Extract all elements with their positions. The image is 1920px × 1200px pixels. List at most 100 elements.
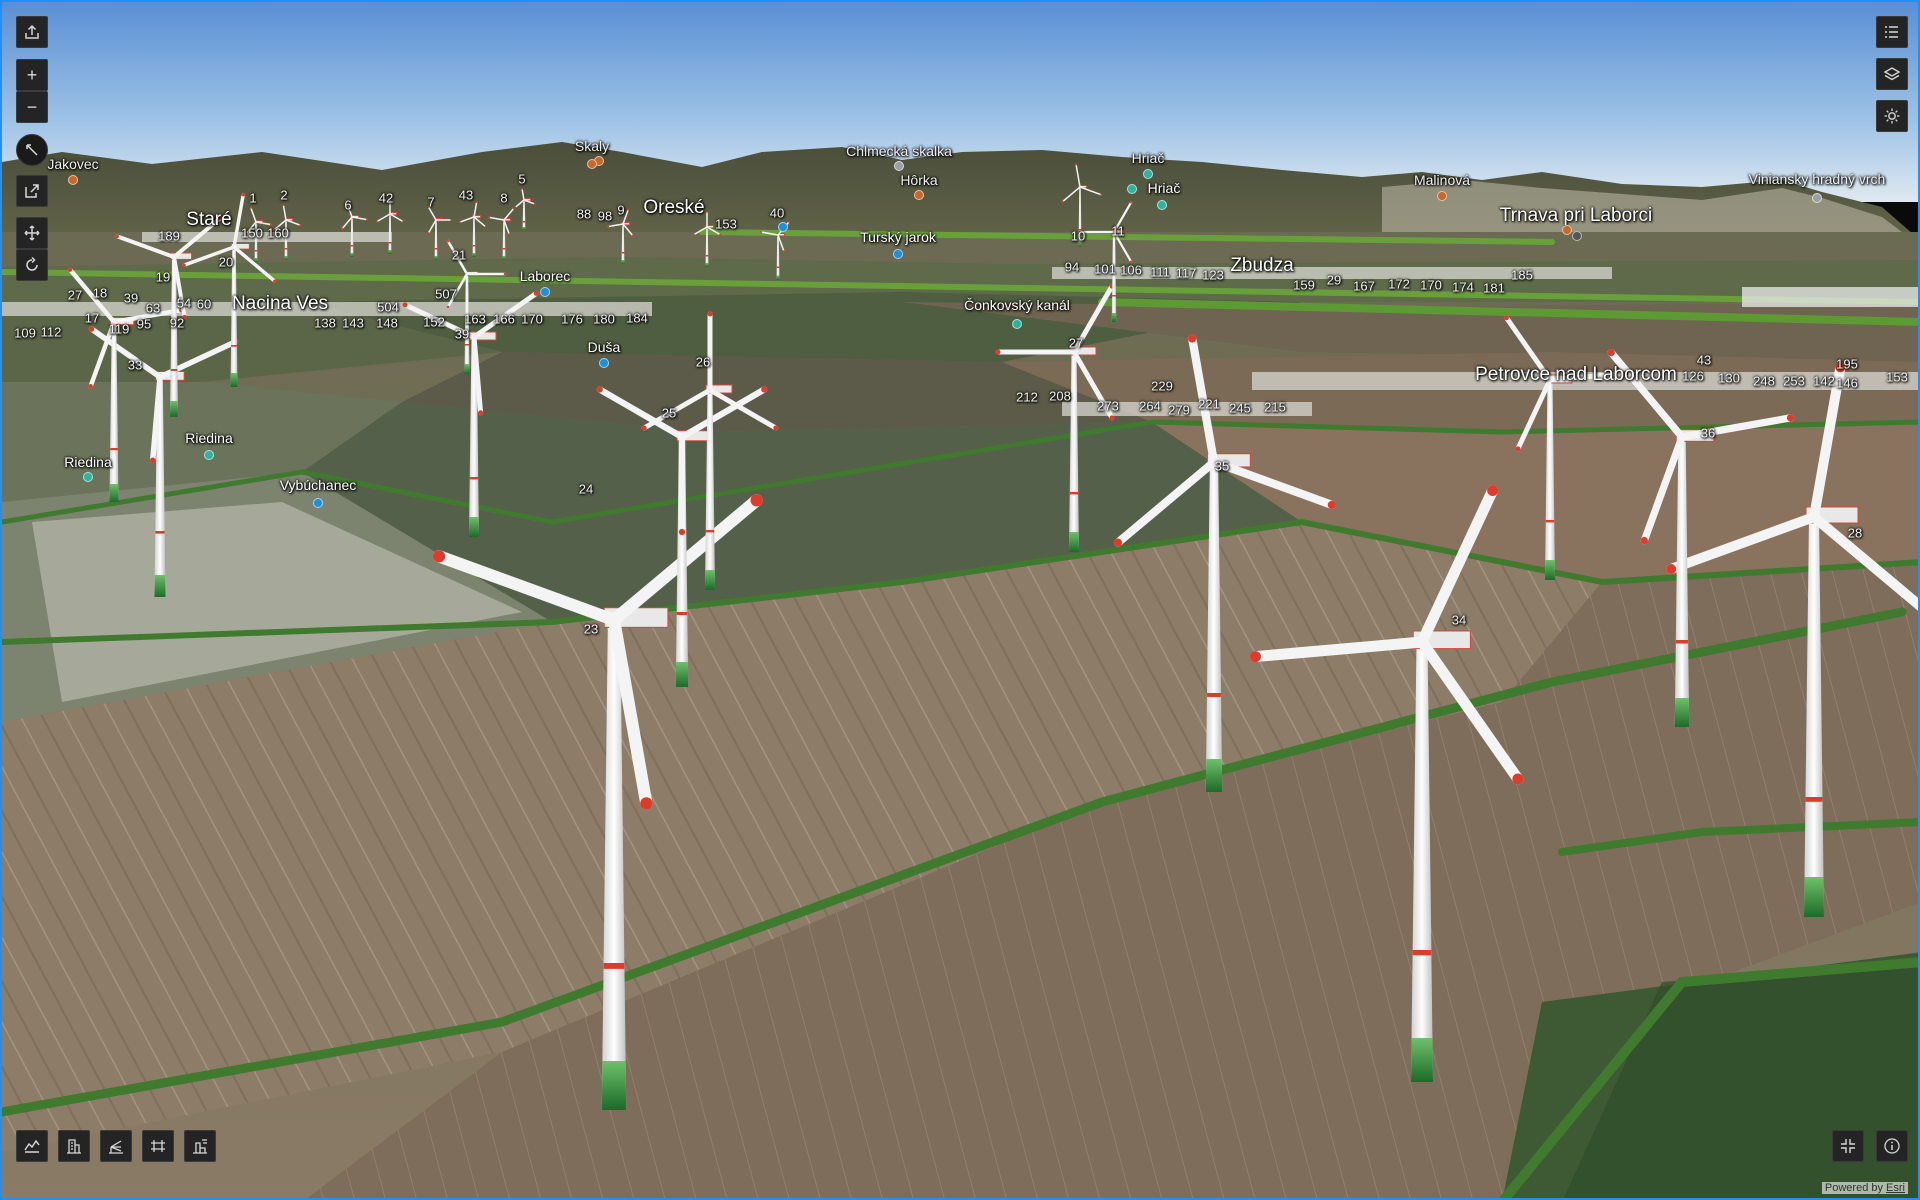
turbine-number-label[interactable]: 23 [584,622,598,637]
peak-marker-malinova[interactable] [1437,191,1447,201]
turbine-blade-tip [706,210,708,213]
poi-marker-hriac-2[interactable] [1127,184,1137,194]
poi-label-hriac-2[interactable]: Hriač [1148,180,1181,196]
poi-label-laborec[interactable]: Laborec [520,268,571,284]
rotate-button[interactable] [16,249,48,281]
esri-link[interactable]: Esri [1886,1182,1905,1194]
poi-label-conkovsky-kanal[interactable]: Čonkovský kanál [964,297,1070,313]
peak-marker-viniansky[interactable] [1812,193,1822,203]
turbine-blade-tip [149,457,156,464]
turbine-number-label[interactable]: 5 [518,172,525,187]
turbine-number-label[interactable]: 36 [1701,426,1715,441]
poi-label-vybuchanec[interactable]: Vybúchanec [280,477,357,493]
house-number-label: 273 [1097,398,1119,414]
peak-label-chlmecka-skalka[interactable]: Chlmecká skalka [846,143,952,159]
peak-label-hriac-1[interactable]: Hriač [1132,150,1165,166]
turbine-number-label[interactable]: 24 [579,482,593,497]
poi-label-riedina-2[interactable]: Riedina [64,454,111,470]
turbine-number-label[interactable]: 40 [770,206,784,221]
peak-label-skaly[interactable]: Skaly [575,138,609,154]
pan-button[interactable] [16,217,48,249]
turbine-blade-tip [761,386,768,393]
peak-marker-horka[interactable] [914,190,924,200]
turbine-number-label[interactable]: 21 [452,248,466,263]
poi-marker-hriac-3[interactable] [1157,200,1167,210]
house-number-label: 94 [1064,259,1080,275]
turbine-number-label[interactable]: 10 [1071,229,1085,244]
peak-label-viniansky[interactable]: Viniansky hradný vrch [1749,171,1886,187]
house-number-label: 101 [1094,261,1116,277]
turbine-number-label[interactable]: 8 [500,191,507,206]
zoom-out-button[interactable]: − [16,91,48,123]
peak-marker-jakovec[interactable] [68,175,78,185]
poi-marker-vybuchanec[interactable] [313,498,323,508]
legend-button[interactable] [1876,16,1908,48]
peak-label-jakovec[interactable]: Jakovec [47,156,98,172]
elevation-profile-button[interactable] [16,1130,48,1162]
turbine-number-label[interactable]: 39 [455,327,469,342]
town-label-zbudza[interactable]: Zbudza [1230,255,1293,277]
turbine-number-label[interactable]: 7 [427,195,434,210]
town-label-trnava[interactable]: Trnava pri Laborci [1500,205,1652,227]
town-label-stare[interactable]: Staré [186,209,231,231]
poi-label-dusa[interactable]: Duša [588,339,621,355]
town-marker-trnava[interactable] [1572,231,1582,241]
slice-button[interactable] [142,1130,174,1162]
peak-label-horka[interactable]: Hôrka [900,172,937,188]
shadow-cast-button[interactable] [184,1130,216,1162]
turbine-blade-tip [182,263,186,267]
zoom-in-button[interactable]: + [16,59,48,91]
turbine-number-label[interactable]: 43 [459,188,473,203]
peak-marker-chlmecka-skalka[interactable] [894,161,904,171]
turbine-stripe [110,448,118,451]
peak-marker-skaly-2[interactable] [587,159,597,169]
line-of-sight-button[interactable] [100,1130,132,1162]
measure-button[interactable] [16,134,48,166]
turbine-number-label[interactable]: 19 [156,270,170,285]
turbine-number-label[interactable]: 6 [344,198,351,213]
turbine-number-label[interactable]: 42 [379,191,393,206]
info-button[interactable] [1876,1130,1908,1162]
turbine-blade-tip [596,386,603,393]
turbine-number-label[interactable]: 20 [219,255,233,270]
town-label-nacina-ves[interactable]: Nacina Ves [232,293,328,315]
poi-marker-dusa[interactable] [599,358,609,368]
turbine-number-label[interactable]: 26 [696,355,710,370]
poi-marker-tursky-jarok[interactable] [893,249,903,259]
export-button[interactable] [16,175,48,207]
poi-label-tursky-jarok[interactable]: Turský jarok [860,229,936,245]
house-number-label: 279 [1168,402,1190,418]
turbine-number-label[interactable]: 1 [249,191,256,206]
turbine-number-label[interactable]: 34 [1452,613,1466,628]
poi-label-riedina-1[interactable]: Riedina [185,430,232,446]
peak-label-malinova[interactable]: Malinová [1414,172,1470,188]
3d-terrain-scene[interactable] [2,2,1920,1200]
poi-marker-conkovsky-kanal[interactable] [1012,319,1022,329]
poi-marker-riedina-1[interactable] [204,450,214,460]
peak-marker-hriac-1[interactable] [1143,169,1153,179]
turbine-number-label[interactable]: 35 [1215,459,1229,474]
turbine-number-label[interactable]: 33 [128,358,142,373]
turbine-number-label[interactable]: 9 [617,203,624,218]
turbine-number-label[interactable]: 27 [1069,336,1083,351]
turbine-number-label[interactable]: 28 [1848,526,1862,541]
town-label-petrovce[interactable]: Petrovce nad Laborcom [1475,364,1677,386]
turbine-number-label[interactable]: 25 [662,406,676,421]
peak-marker-trnava[interactable] [1562,225,1572,235]
layers-button[interactable] [1876,58,1908,90]
poi-marker-oreske-stream[interactable] [778,222,788,232]
building-explorer-button[interactable] [58,1130,90,1162]
turbine-blade-tip [1512,773,1524,785]
share-button[interactable] [16,16,48,48]
turbine-stripe [1207,693,1221,697]
poi-marker-laborec[interactable] [540,287,550,297]
scene-viewport[interactable]: Staré Oreské Nacina Ves Zbudza Trnava pr… [0,0,1920,1200]
daylight-button[interactable] [1876,100,1908,132]
house-number-label: 54 [176,295,192,311]
poi-marker-riedina-2[interactable] [83,472,93,482]
turbine-number-label[interactable]: 2 [280,188,287,203]
town-label-oreske[interactable]: Oreské [643,197,704,219]
turbine-number-label[interactable]: 11 [1111,224,1125,239]
house-number-label: 212 [1016,389,1038,405]
fullscreen-button[interactable] [1832,1130,1864,1162]
